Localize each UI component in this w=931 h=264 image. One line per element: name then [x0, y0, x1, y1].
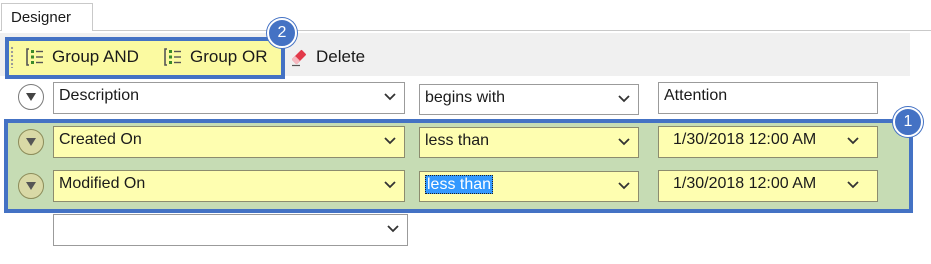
chevron-down-icon — [387, 225, 399, 233]
chevron-down-icon — [384, 137, 396, 145]
operator-select[interactable]: less than — [419, 127, 639, 158]
operator-select-value: less than — [425, 132, 490, 149]
chevron-down-icon — [847, 137, 859, 145]
date-picker[interactable]: 1/30/2018 12:00 AM — [658, 170, 878, 202]
field-select[interactable]: Modified On — [53, 170, 405, 202]
row-menu-icon — [26, 93, 36, 101]
new-field-select[interactable] — [53, 214, 408, 246]
group-or-icon — [164, 48, 181, 66]
chevron-down-icon — [618, 182, 630, 190]
operator-select-focused[interactable]: less than — [419, 171, 639, 202]
date-picker-value: 1/30/2018 12:00 AM — [673, 175, 817, 192]
operator-select-value: less than — [425, 175, 494, 194]
tab-designer[interactable]: Designer — [1, 3, 93, 31]
group-or-button[interactable]: Group OR — [162, 44, 267, 70]
row-menu-button[interactable] — [18, 129, 44, 155]
chevron-down-icon — [618, 138, 630, 146]
field-select-value: Description — [59, 87, 140, 104]
field-select[interactable]: Created On — [53, 126, 405, 158]
row-menu-button[interactable] — [18, 84, 44, 110]
date-picker-value: 1/30/2018 12:00 AM — [673, 131, 817, 148]
group-and-icon — [26, 48, 43, 66]
operator-select-value: begins with — [425, 89, 506, 106]
tab-strip-line — [0, 30, 931, 31]
value-input-text: Attention — [664, 87, 728, 104]
chevron-down-icon — [847, 181, 859, 189]
row-menu-icon — [26, 182, 36, 190]
chevron-down-icon — [618, 95, 630, 103]
field-select[interactable]: Description — [53, 82, 405, 114]
chevron-down-icon — [384, 181, 396, 189]
callout-badge-rows: 1 — [893, 107, 923, 137]
field-select-value: Modified On — [59, 175, 146, 192]
toolbar-grip-icon[interactable] — [10, 46, 14, 68]
group-or-label: Group OR — [190, 47, 268, 66]
operator-select[interactable]: begins with — [419, 84, 639, 115]
field-select-value: Created On — [59, 131, 142, 148]
delete-label: Delete — [316, 47, 366, 66]
group-and-label: Group AND — [52, 47, 139, 66]
delete-button[interactable]: Delete — [289, 44, 365, 70]
delete-eraser-icon — [291, 49, 307, 67]
callout-badge-toolbar: 2 — [267, 18, 297, 48]
row-menu-icon — [26, 138, 36, 146]
value-input[interactable]: Attention — [658, 82, 878, 114]
group-and-button[interactable]: Group AND — [24, 44, 139, 70]
date-picker[interactable]: 1/30/2018 12:00 AM — [658, 126, 878, 158]
chevron-down-icon — [384, 93, 396, 101]
row-menu-button[interactable] — [18, 173, 44, 199]
